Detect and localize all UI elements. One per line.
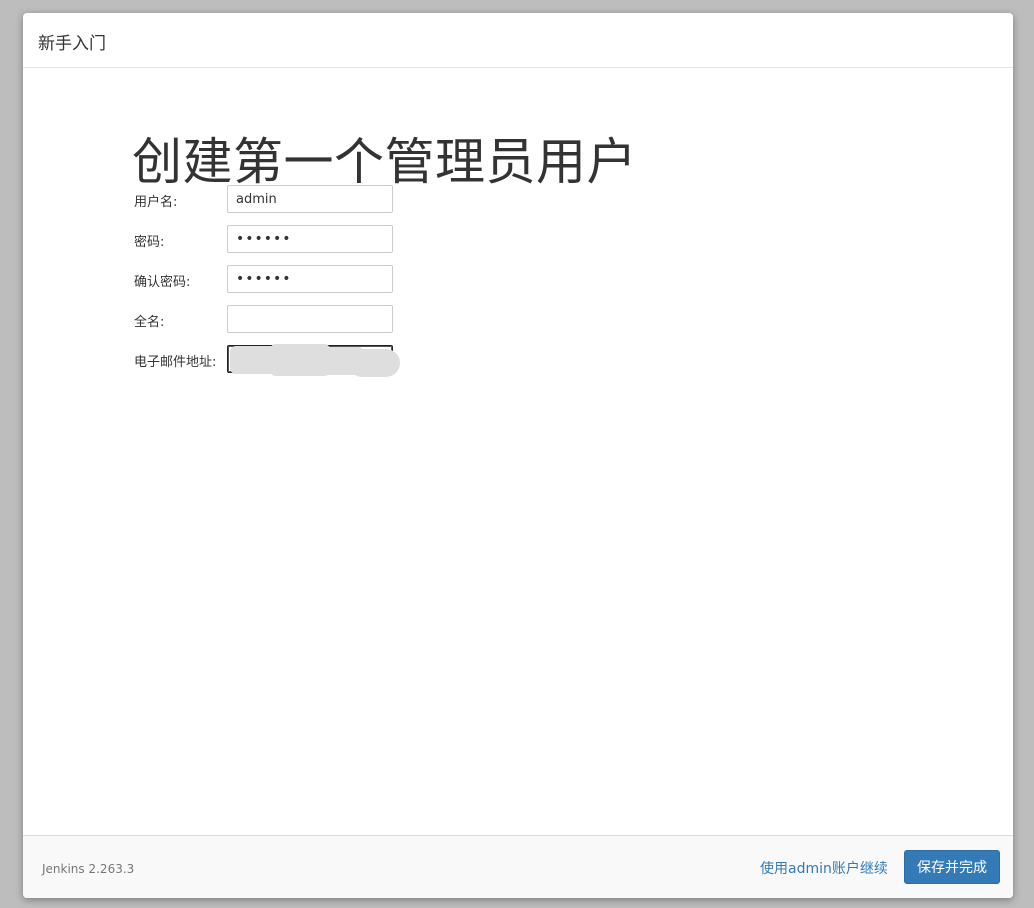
confirm-password-label: 确认密码: bbox=[134, 275, 191, 290]
username-row: 用户名: bbox=[134, 185, 434, 215]
email-input[interactable] bbox=[227, 345, 393, 373]
full-name-label: 全名: bbox=[134, 315, 165, 330]
confirm-password-row: 确认密码: bbox=[134, 265, 434, 295]
dialog-content: 创建第一个管理员用户 用户名: 密码: 确认密码: 全名: 电子邮件地址: bbox=[23, 68, 1013, 835]
password-label: 密码: bbox=[134, 235, 165, 250]
full-name-input[interactable] bbox=[227, 305, 393, 333]
setup-wizard-dialog: 新手入门 创建第一个管理员用户 用户名: 密码: 确认密码: 全名: 电子邮件地… bbox=[23, 13, 1013, 898]
full-name-row: 全名: bbox=[134, 305, 434, 335]
dialog-title: 新手入门 bbox=[38, 34, 106, 54]
email-row: 电子邮件地址: bbox=[134, 344, 434, 377]
username-label: 用户名: bbox=[134, 195, 178, 210]
confirm-password-input[interactable] bbox=[227, 265, 393, 293]
username-input[interactable] bbox=[227, 185, 393, 213]
dialog-footer: Jenkins 2.263.3 使用admin账户继续 保存并完成 bbox=[23, 835, 1013, 898]
password-row: 密码: bbox=[134, 225, 434, 255]
save-and-finish-button[interactable]: 保存并完成 bbox=[904, 850, 1000, 884]
continue-as-admin-link[interactable]: 使用admin账户继续 bbox=[760, 858, 888, 878]
version-label: Jenkins 2.263.3 bbox=[42, 862, 135, 876]
page-title: 创建第一个管理员用户 bbox=[132, 133, 637, 191]
password-input[interactable] bbox=[227, 225, 393, 253]
dialog-header: 新手入门 bbox=[23, 13, 1013, 68]
email-label: 电子邮件地址: bbox=[134, 355, 217, 370]
